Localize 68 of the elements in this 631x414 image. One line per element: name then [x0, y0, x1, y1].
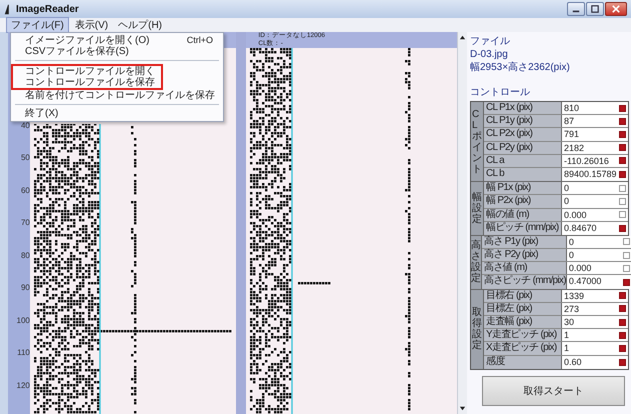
parameter-value-field[interactable]: 0 — [562, 195, 616, 208]
row-number: 70 — [20, 219, 30, 230]
parameter-value-field[interactable]: 0 — [566, 249, 621, 262]
section-heading: ファイル — [470, 35, 511, 48]
row-number: 100 — [16, 316, 30, 327]
parameter-value-field[interactable]: 2182 — [562, 142, 616, 154]
parameter-value-field[interactable]: 0.84670 — [562, 222, 616, 235]
group-label: 幅設定 — [471, 182, 484, 235]
parameter-value-field[interactable]: 1 — [562, 342, 616, 355]
menu-entry-label: コントロールファイルを開く — [25, 66, 155, 77]
menu-entry-label: コントロールファイルを保存 — [25, 77, 155, 88]
parameter-name: CL P1y (pix) — [484, 115, 562, 128]
parameter-value-field[interactable]: 30 — [562, 316, 616, 328]
menu-item[interactable]: 表示(V) — [70, 18, 112, 32]
section-heading: コントロール — [470, 86, 531, 99]
parameter-value-field[interactable]: 1339 — [562, 290, 616, 302]
row-number: 120 — [16, 382, 30, 392]
parameter-value-field[interactable]: 791 — [562, 128, 616, 141]
menu-entry[interactable]: CSVファイルを保存(S) — [11, 46, 223, 57]
parameter-name: 目標左 (pix) — [484, 302, 562, 315]
parameter-name: 幅 P1x (pix) — [484, 182, 562, 194]
parameter-value-field[interactable]: 0.47000 — [566, 275, 621, 289]
shortcut-text: Ctrl+O — [186, 35, 213, 46]
menu-entry-label: 終了(X) — [25, 108, 58, 119]
menu-item[interactable]: ファイル(F) — [6, 17, 69, 33]
parameter-name: 幅 P2x (pix) — [484, 195, 562, 208]
parameter-name: 走査幅 (pix) — [484, 316, 562, 328]
parameter-name: 幅ピッチ (mm/pix) — [484, 222, 562, 235]
file-name: D-03.jpg — [470, 48, 508, 61]
menu-entry[interactable]: コントロールファイルを保存 — [11, 77, 163, 90]
menu-entry-label: イメージファイルを開く(O) — [25, 35, 150, 46]
parameter-value-field[interactable]: 1 — [562, 329, 616, 342]
row-number: 40 — [20, 122, 30, 132]
parameter-name: CL b — [484, 168, 562, 182]
parameter-value-field[interactable]: 0 — [566, 236, 621, 248]
group-label: CLポイント — [471, 102, 484, 182]
parameter-name: CL P2x (pix) — [484, 128, 562, 141]
parameter-name: 幅の値 (m) — [484, 208, 562, 221]
menu-entry[interactable]: イメージファイルを開く(O) Ctrl+O — [11, 35, 223, 46]
parameter-value-field[interactable]: 0.60 — [562, 356, 616, 369]
row-number: 60 — [20, 186, 30, 197]
parameter-value-field[interactable]: 0 — [562, 182, 616, 194]
parameter-name: CL P2y (pix) — [484, 142, 562, 154]
image-size-text: 幅2953×高さ2362(pix) — [470, 61, 571, 74]
parameter-name: Y走査ピッチ (pix) — [484, 329, 562, 342]
parameter-value-field[interactable]: 0.000 — [566, 262, 621, 274]
row-number: 90 — [20, 284, 30, 294]
group-label: 取得設定 — [471, 290, 484, 369]
parameter-value-field[interactable]: 810 — [562, 102, 616, 114]
row-number: 80 — [20, 252, 30, 262]
row-number: 50 — [20, 154, 30, 164]
menu-entry-label: CSVファイルを保存(S) — [25, 46, 129, 57]
parameter-name: CL a — [484, 154, 562, 167]
parameter-value-field[interactable]: 87 — [562, 115, 616, 128]
row-number: 110 — [17, 349, 30, 360]
menu-entry[interactable]: コントロールファイルを開く — [11, 64, 163, 77]
parameter-value-field[interactable]: 273 — [562, 302, 616, 315]
parameter-name: X走査ピッチ (pix) — [484, 342, 562, 355]
parameter-value-field[interactable]: -110.26016 — [562, 154, 616, 167]
parameter-value-field[interactable]: 0.000 — [562, 208, 616, 221]
group-label: 高さ設定 — [471, 236, 482, 289]
menu-entry[interactable]: 終了(X) — [11, 108, 223, 119]
start-button[interactable]: 取得スタート — [482, 376, 625, 406]
parameter-value-field[interactable]: 89400.15789 — [562, 168, 616, 182]
window-title: ImageReader — [16, 4, 80, 14]
menu-item[interactable]: ヘルプ(H) — [114, 18, 166, 32]
parameter-name: 目標右 (pix) — [484, 290, 562, 302]
parameter-name: CL P1x (pix) — [484, 102, 562, 114]
